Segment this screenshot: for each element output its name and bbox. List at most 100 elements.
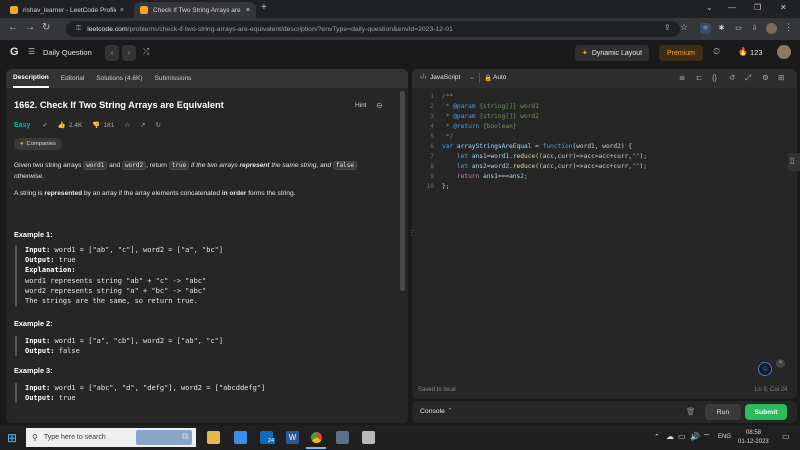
problem-statement-2: A string is represented by an array if t…: [14, 190, 394, 197]
battery-icon[interactable]: ▭: [678, 432, 686, 441]
profile-avatar[interactable]: [766, 23, 777, 34]
taskbar-search-box[interactable]: ⚲ Type here to search: [26, 428, 196, 447]
address-bar[interactable]: ⚿ leetcode.com/problems/check-if-two-str…: [66, 21, 680, 37]
example-2-title: Example 2:: [14, 319, 53, 328]
settings-gear-icon[interactable]: ⚙: [762, 73, 769, 82]
reload-icon[interactable]: ↻: [42, 22, 50, 33]
chrome-icon[interactable]: [309, 430, 324, 445]
bookmark-star-icon[interactable]: ☆: [680, 22, 688, 33]
chevron-down-icon[interactable]: ⌄: [469, 73, 475, 81]
chevron-up-icon[interactable]: ⌃: [447, 407, 453, 415]
description-scrollbar[interactable]: [400, 91, 405, 291]
extension-icon[interactable]: ⚛: [700, 23, 711, 34]
console-toggle[interactable]: Console: [420, 408, 445, 415]
thumbs-up-icon[interactable]: 👍: [58, 121, 66, 129]
label: Input:: [25, 384, 51, 392]
token: word1: [490, 153, 510, 160]
side-panel-toggle[interactable]: ▯: [788, 153, 800, 171]
tab-solutions[interactable]: Solutions (4.6K): [96, 69, 142, 88]
extensions-puzzle-icon[interactable]: ✱: [716, 23, 727, 34]
layout-grid-icon[interactable]: ⊞: [778, 73, 784, 82]
bookmark-icon[interactable]: ⊏: [696, 73, 702, 82]
back-arrow-icon[interactable]: ←: [8, 22, 18, 33]
leetcode-favicon-icon: [140, 6, 148, 14]
chevron-left-icon: ‹: [110, 49, 114, 57]
tab-editorial[interactable]: Editorial: [61, 69, 84, 88]
close-tab-icon[interactable]: ×: [120, 7, 124, 14]
tab-submissions[interactable]: Submissions: [155, 69, 192, 88]
language-indicator[interactable]: ENG: [718, 434, 731, 440]
companies-tag[interactable]: ● Companies: [14, 138, 62, 150]
text: Given two string arrays: [14, 162, 84, 169]
share-icon[interactable]: ↗: [140, 121, 145, 129]
language-selector[interactable]: JavaScript: [430, 74, 460, 81]
forward-arrow-icon[interactable]: →: [25, 22, 35, 33]
token: return: [442, 173, 483, 180]
task-view-icon[interactable]: ⧉: [182, 431, 188, 442]
browser-tab-problem[interactable]: Check If Two String Arrays are Equ... ×: [134, 2, 256, 18]
ai-assistant-icon[interactable]: ☺: [758, 362, 772, 376]
dynamic-layout-button[interactable]: ✦ Dynamic Layout: [575, 45, 649, 61]
downloads-icon[interactable]: ⇩: [749, 23, 760, 34]
code-word1: word1: [83, 161, 108, 170]
prev-problem-button[interactable]: ‹: [105, 45, 119, 61]
clock-date[interactable]: 01-12-2023: [738, 439, 769, 445]
refresh-icon[interactable]: ↻: [156, 121, 161, 129]
token: reduce: [512, 163, 536, 170]
user-avatar[interactable]: [777, 45, 791, 59]
windows-start-icon[interactable]: ⊞: [7, 431, 17, 445]
chevron-up-tray-icon[interactable]: ⌃: [654, 433, 660, 441]
notification-icon[interactable]: ▭: [782, 432, 790, 441]
browser-tab-profile[interactable]: rishav_learner - LeetCode Profile ×: [4, 2, 130, 18]
volume-icon[interactable]: 🔊: [690, 432, 700, 441]
star-icon[interactable]: ☆: [124, 121, 130, 129]
next-problem-button[interactable]: ›: [122, 45, 136, 61]
code-line-8: let ans2=word2.reduce((acc,curr)=>acc=ac…: [442, 163, 647, 170]
cloud-icon[interactable]: ☁: [666, 432, 674, 441]
sidebar-icon[interactable]: ▭: [733, 23, 744, 34]
difficulty-badge: Easy: [14, 121, 31, 129]
label: Output:: [25, 347, 55, 356]
file-explorer-icon[interactable]: [207, 431, 220, 444]
example-explanation-label: Explanation:: [25, 265, 385, 275]
clock-time[interactable]: 08:58: [746, 430, 761, 436]
trash-icon[interactable]: 🗑: [686, 407, 696, 416]
tab-search-icon[interactable]: ⌄: [706, 3, 713, 12]
lock-icon: 🔒: [484, 75, 493, 82]
minimize-button[interactable]: —: [728, 3, 736, 12]
problem-title: 1662. Check If Two String Arrays are Equ…: [14, 100, 224, 110]
premium-button[interactable]: Premium: [659, 45, 703, 61]
kebab-menu-icon[interactable]: ⋮: [784, 22, 793, 33]
microsoft-store-icon[interactable]: [234, 431, 247, 444]
reset-icon[interactable]: ↺: [729, 73, 735, 82]
settings-circle-icon[interactable]: ⊖: [376, 101, 383, 110]
autocomplete-mode[interactable]: Auto: [493, 74, 506, 81]
new-tab-button[interactable]: +: [261, 2, 267, 13]
submit-button[interactable]: Submit: [745, 404, 787, 420]
label: Output:: [25, 256, 55, 265]
dismiss-icon[interactable]: ×: [776, 359, 785, 368]
timer-icon[interactable]: ⏲: [713, 46, 720, 57]
streak-fire-icon[interactable]: 🔥: [738, 47, 748, 56]
braces-icon[interactable]: {}: [712, 73, 717, 82]
problem-list-icon[interactable]: ☰: [28, 47, 35, 56]
code-editor[interactable]: 1 2 3 4 5 6 7 8 9 10 /** * @param {strin…: [412, 91, 797, 201]
lock-icon: ●: [20, 141, 24, 147]
thumbs-down-icon[interactable]: 👎: [92, 121, 100, 129]
close-window-button[interactable]: ✕: [780, 3, 787, 12]
hint-button[interactable]: Hint: [355, 102, 367, 109]
expand-icon[interactable]: ⤢: [745, 73, 751, 83]
daily-question-link[interactable]: Daily Question: [43, 48, 92, 57]
share-icon[interactable]: ⇪: [664, 23, 671, 32]
word-icon[interactable]: W: [286, 431, 299, 444]
leetcode-logo-icon[interactable]: G: [10, 46, 22, 59]
notes-icon[interactable]: ≣: [679, 73, 685, 82]
shuffle-icon[interactable]: ⤮: [143, 47, 149, 57]
maximize-button[interactable]: ❐: [754, 3, 761, 12]
tab-description[interactable]: Description: [13, 69, 49, 88]
run-button[interactable]: Run: [705, 404, 741, 420]
wifi-icon[interactable]: ⌔: [703, 432, 711, 442]
app-icon[interactable]: [336, 431, 349, 444]
app-icon[interactable]: [362, 431, 375, 444]
close-tab-icon[interactable]: ×: [246, 7, 250, 14]
